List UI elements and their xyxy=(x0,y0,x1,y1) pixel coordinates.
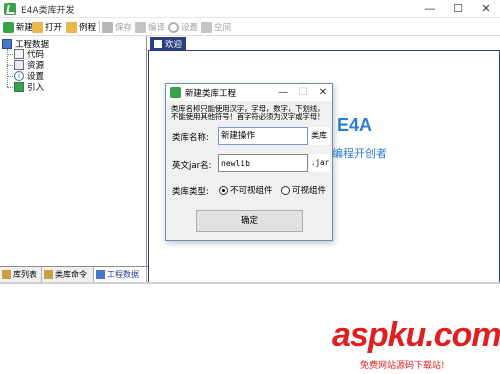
toolbar-save-label: 保存 xyxy=(115,23,133,33)
toolbar-example-button[interactable]: 例程 xyxy=(66,20,96,34)
tree-item-import[interactable]: 引入 xyxy=(7,81,44,93)
new-icon xyxy=(3,21,14,33)
library-list-icon xyxy=(2,270,11,279)
dialog-titlebar: 新建类库工程 — ☐ ✕ xyxy=(166,84,332,101)
dialog-maximize-button: ☐ xyxy=(298,87,308,98)
maximize-button[interactable]: ☐ xyxy=(444,0,472,18)
tab-project-data[interactable]: 工程数据 xyxy=(94,267,147,282)
toolbar-new-button[interactable]: 新建 xyxy=(3,20,33,34)
tab-welcome-label: 欢迎 xyxy=(165,40,183,50)
radio-visible-component[interactable]: 可视组件 xyxy=(281,184,326,196)
dialog-minimize-button[interactable]: — xyxy=(273,84,293,101)
project-data-icon xyxy=(96,270,105,279)
tab-label: 工程数据 xyxy=(107,270,139,279)
tab-label: 库列表 xyxy=(13,270,37,279)
close-button[interactable]: ✕ xyxy=(472,0,500,18)
library-name-input[interactable]: 新建操作 xyxy=(218,127,308,145)
watermark: aspku.com 免费网站源码下载站! xyxy=(332,316,500,374)
radio-unchecked-icon xyxy=(281,185,290,195)
project-tree-panel: 工程数据 代码 资源 i 设置 引入 xyxy=(0,36,147,280)
ok-button[interactable]: 确定 xyxy=(196,210,303,232)
toolbar-compile-label: 编译 xyxy=(148,23,166,33)
tab-label: 类库命令 xyxy=(55,270,87,279)
left-panel-tabs: 库列表 类库命令 工程数据 xyxy=(0,266,148,282)
import-icon xyxy=(14,82,24,92)
tab-library-list[interactable]: 库列表 xyxy=(0,267,42,282)
toolbar-space-button[interactable]: 空间 xyxy=(201,20,231,34)
info-settings-icon: i xyxy=(14,71,24,81)
settings-icon xyxy=(168,21,179,33)
app-logo-icon xyxy=(170,87,181,98)
tab-welcome[interactable]: 欢迎 xyxy=(150,37,187,51)
toolbar-separator xyxy=(99,21,100,33)
jar-name-label: 英文jar名: xyxy=(172,161,212,171)
window-titlebar: E4A类库开发 — ☐ ✕ xyxy=(0,0,500,18)
toolbar-open-label: 打开 xyxy=(45,23,63,33)
space-icon xyxy=(201,21,212,33)
toolbar-settings-button[interactable]: 设置 xyxy=(168,20,198,34)
resource-icon xyxy=(14,60,24,70)
open-folder-icon xyxy=(32,21,43,33)
watermark-subtitle: 免费网站源码下载站! xyxy=(360,361,445,371)
jar-name-input[interactable]: newlib xyxy=(218,154,308,172)
dialog-close-button[interactable]: ✕ xyxy=(313,84,333,101)
window-title: E4A类库开发 xyxy=(21,6,75,16)
toolbar-open-button[interactable]: 打开 xyxy=(32,20,62,34)
radio-label: 可视组件 xyxy=(292,186,327,196)
tree-connector xyxy=(7,64,13,66)
dialog-note: 类库名称只能使用汉字，字母，数字，下划线， 不能使用其他符号！首字符必须为汉字或… xyxy=(171,105,329,121)
new-library-dialog: 新建类库工程 — ☐ ✕ 类库名称只能使用汉字，字母，数字，下划线， 不能使用其… xyxy=(165,83,333,241)
tree-connector xyxy=(7,75,13,77)
library-commands-icon xyxy=(44,270,53,279)
editor-tab-strip: 欢迎 xyxy=(148,36,500,51)
dialog-title: 新建类库工程 xyxy=(185,89,237,99)
radio-invisible-component[interactable]: 不可视组件 xyxy=(219,184,273,196)
bottom-splitter[interactable] xyxy=(0,282,500,284)
minimize-button[interactable]: — xyxy=(416,0,444,18)
compile-icon xyxy=(135,21,146,33)
example-folder-icon xyxy=(66,21,77,33)
brand-tagline: 编程开创者 xyxy=(332,147,387,160)
toolbar-save-button[interactable]: 保存 xyxy=(102,20,132,34)
brand-logo: E4A xyxy=(337,115,373,135)
toolbar-space-label: 空间 xyxy=(214,23,232,33)
tree-item-label: 引入 xyxy=(27,83,45,93)
dialog-note-line: 不能使用其他符号！首字符必须为汉字或字母！ xyxy=(171,112,325,121)
tree-connector xyxy=(7,53,13,55)
code-file-icon xyxy=(14,49,24,59)
toolbar-new-label: 新建 xyxy=(16,23,34,33)
radio-checked-icon xyxy=(219,185,228,195)
tab-library-commands[interactable]: 类库命令 xyxy=(42,267,94,282)
app-logo-icon xyxy=(4,3,16,15)
tree-connector xyxy=(7,86,13,88)
toolbar: 新建 打开 例程 保存 编译 设置 空间 xyxy=(0,18,500,36)
jar-name-suffix: .jar xyxy=(309,154,330,172)
toolbar-settings-label: 设置 xyxy=(181,23,199,33)
watermark-logo: aspku.com xyxy=(332,316,500,354)
toolbar-example-label: 例程 xyxy=(79,23,97,33)
library-name-label: 类库名称: xyxy=(172,133,209,143)
radio-label: 不可视组件 xyxy=(230,186,273,196)
library-name-suffix: 类库 xyxy=(309,127,330,145)
library-type-label: 类库类型: xyxy=(172,187,209,197)
toolbar-compile-button[interactable]: 编译 xyxy=(135,20,165,34)
welcome-page-icon xyxy=(154,40,162,48)
save-icon xyxy=(102,21,113,33)
